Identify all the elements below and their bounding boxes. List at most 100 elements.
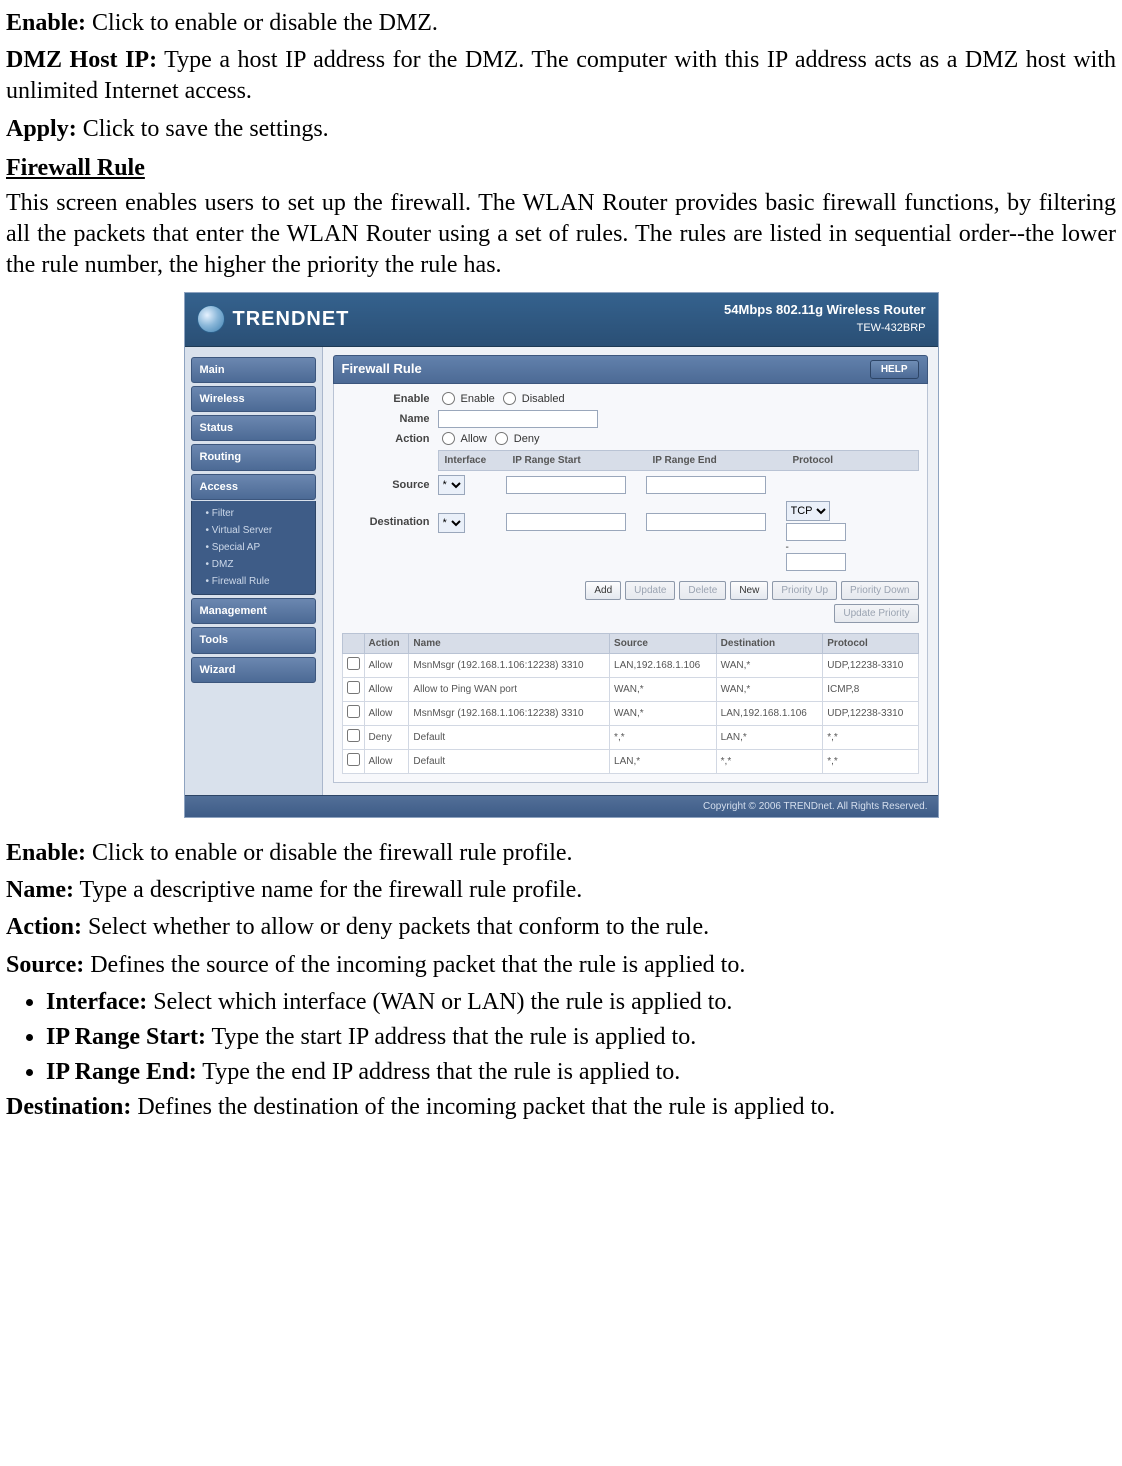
button-row-2: Update Priority — [342, 604, 919, 627]
cell-destination: WAN,* — [716, 654, 823, 678]
nav-access[interactable]: Access — [191, 474, 316, 500]
text: Type the end IP address that the rule is… — [197, 1059, 681, 1085]
cell-destination: WAN,* — [716, 678, 823, 702]
nav-routing[interactable]: Routing — [191, 444, 316, 470]
row-checkbox[interactable] — [347, 705, 360, 718]
panel-body: Enable Enable Disabled Name Action — [333, 384, 928, 784]
panel-title-bar: Firewall Rule HELP — [333, 355, 928, 384]
bullet-list: Interface: Select which interface (WAN o… — [6, 987, 1116, 1089]
intro-text: This screen enables users to set up the … — [6, 188, 1116, 282]
th-name: Name — [409, 634, 610, 654]
update-button[interactable]: Update — [625, 581, 675, 600]
router-footer: Copyright © 2006 TRENDnet. All Rights Re… — [185, 795, 938, 817]
subnav-special-ap[interactable]: Special AP — [200, 539, 311, 556]
radio-enable-label: Enable — [461, 392, 495, 406]
nav-main[interactable]: Main — [191, 357, 316, 383]
col-ip-start: IP Range Start — [507, 451, 647, 470]
doc-enable-fw: Enable: Click to enable or disable the f… — [6, 838, 1116, 869]
text: Select whether to allow or deny packets … — [82, 914, 709, 940]
globe-icon — [197, 305, 225, 333]
source-ip-end[interactable] — [646, 476, 766, 494]
subnav-dmz[interactable]: DMZ — [200, 556, 311, 573]
dash-icon: - — [786, 545, 789, 551]
table-row: Allow MsnMsgr (192.168.1.106:12238) 3310… — [342, 702, 918, 726]
panel-title: Firewall Rule — [342, 361, 422, 378]
doc-apply: Apply: Click to save the settings. — [6, 114, 1116, 145]
radio-deny[interactable] — [495, 432, 508, 445]
text: Defines the destination of the incoming … — [131, 1094, 835, 1120]
cell-destination: *,* — [716, 750, 823, 774]
doc-enable-dmz: Enable: Click to enable or disable the D… — [6, 8, 1116, 39]
content-area: Firewall Rule HELP Enable Enable Disable… — [323, 347, 938, 796]
nav-wireless[interactable]: Wireless — [191, 386, 316, 412]
section-firewall-rule: Firewall Rule — [6, 153, 1116, 184]
new-button[interactable]: New — [730, 581, 768, 600]
button-row: Add Update Delete New Priority Up Priori… — [342, 575, 919, 604]
nav-wizard[interactable]: Wizard — [191, 657, 316, 683]
source-interface-select[interactable]: * — [438, 475, 465, 495]
name-input[interactable] — [438, 410, 598, 428]
table-row: Deny Default *,* LAN,* *,* — [342, 726, 918, 750]
doc-dmz-host-ip: DMZ Host IP: Type a host IP address for … — [6, 45, 1116, 107]
doc-source: Source: Defines the source of the incomi… — [6, 950, 1116, 981]
cell-action: Allow — [364, 678, 409, 702]
dest-port-start[interactable] — [786, 523, 846, 541]
add-button[interactable]: Add — [585, 581, 621, 600]
radio-allow[interactable] — [442, 432, 455, 445]
text: Type a descriptive name for the firewall… — [74, 877, 582, 903]
th-destination: Destination — [716, 634, 823, 654]
dest-ip-start[interactable] — [506, 513, 626, 531]
label: IP Range Start: — [46, 1024, 206, 1050]
cell-protocol: UDP,12238-3310 — [823, 654, 918, 678]
cell-source: LAN,* — [610, 750, 717, 774]
bullet-ip-end: IP Range End: Type the end IP address th… — [46, 1057, 1116, 1088]
row-checkbox[interactable] — [347, 681, 360, 694]
radio-disabled[interactable] — [503, 392, 516, 405]
dest-protocol-select[interactable]: TCP — [786, 501, 830, 521]
source-label: Source — [342, 478, 438, 492]
cell-source: WAN,* — [610, 678, 717, 702]
cell-protocol: UDP,12238-3310 — [823, 702, 918, 726]
doc-name: Name: Type a descriptive name for the fi… — [6, 875, 1116, 906]
cell-name: MsnMsgr (192.168.1.106:12238) 3310 — [409, 702, 610, 726]
source-row: Source * — [342, 471, 919, 497]
table-row: Allow MsnMsgr (192.168.1.106:12238) 3310… — [342, 654, 918, 678]
dest-port-end[interactable] — [786, 553, 846, 571]
text: Click to enable or disable the firewall … — [86, 840, 573, 866]
col-interface: Interface — [439, 451, 507, 470]
cell-destination: LAN,* — [716, 726, 823, 750]
source-ip-start[interactable] — [506, 476, 626, 494]
subnav-filter[interactable]: Filter — [200, 505, 311, 522]
dest-interface-select[interactable]: * — [438, 513, 465, 533]
row-checkbox[interactable] — [347, 729, 360, 742]
priority-down-button[interactable]: Priority Down — [841, 581, 918, 600]
nav-tools[interactable]: Tools — [191, 627, 316, 653]
brand-logo: TRENDNET — [197, 305, 350, 333]
cell-protocol: *,* — [823, 750, 918, 774]
bullet-ip-start: IP Range Start: Type the start IP addres… — [46, 1022, 1116, 1053]
label: IP Range End: — [46, 1059, 197, 1085]
cell-name: Allow to Ping WAN port — [409, 678, 610, 702]
text: Type a host IP address for the DMZ. The … — [6, 47, 1116, 104]
label: Source: — [6, 952, 84, 978]
priority-up-button[interactable]: Priority Up — [772, 581, 837, 600]
doc-destination: Destination: Defines the destination of … — [6, 1092, 1116, 1123]
subnav-firewall-rule[interactable]: Firewall Rule — [200, 573, 311, 590]
dest-ip-end[interactable] — [646, 513, 766, 531]
help-button[interactable]: HELP — [870, 360, 919, 379]
delete-button[interactable]: Delete — [679, 581, 726, 600]
update-priority-button[interactable]: Update Priority — [834, 604, 918, 623]
cell-action: Allow — [364, 654, 409, 678]
row-checkbox[interactable] — [347, 657, 360, 670]
label: Apply: — [6, 116, 77, 142]
col-protocol: Protocol — [787, 451, 918, 470]
cell-source: *,* — [610, 726, 717, 750]
cell-destination: LAN,192.168.1.106 — [716, 702, 823, 726]
label: Action: — [6, 914, 82, 940]
radio-enable[interactable] — [442, 392, 455, 405]
nav-management[interactable]: Management — [191, 598, 316, 624]
rule-table: Action Name Source Destination Protocol — [342, 633, 919, 774]
row-checkbox[interactable] — [347, 753, 360, 766]
nav-status[interactable]: Status — [191, 415, 316, 441]
subnav-virtual-server[interactable]: Virtual Server — [200, 522, 311, 539]
